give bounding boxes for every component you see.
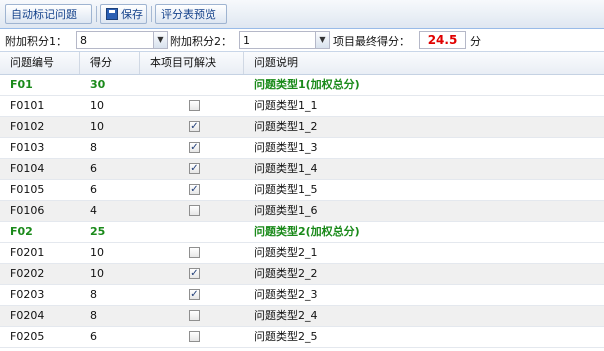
solvable-checkbox[interactable]: ✓ <box>189 121 200 132</box>
cell-id: F0102 <box>10 120 45 133</box>
cell-id: F0205 <box>10 330 45 343</box>
save-label: 保存 <box>121 8 143 21</box>
column-header-description[interactable]: 问题说明 <box>244 52 604 74</box>
solvable-checkbox[interactable] <box>189 247 200 258</box>
table-row[interactable]: F0101 10 问题类型1_1 <box>0 96 604 117</box>
cell-id: F0103 <box>10 141 45 154</box>
cell-id: F0204 <box>10 309 45 322</box>
table-row[interactable]: F0102 10 ✓ 问题类型1_2 <box>0 117 604 138</box>
solvable-checkbox[interactable]: ✓ <box>189 142 200 153</box>
cell-id: F0101 <box>10 99 45 112</box>
table-row[interactable]: F0203 8 ✓ 问题类型2_3 <box>0 285 604 306</box>
cell-score: 6 <box>90 330 97 343</box>
solvable-checkbox[interactable]: ✓ <box>189 184 200 195</box>
save-icon <box>106 8 118 20</box>
cell-id: F0105 <box>10 183 45 196</box>
cell-id: F02 <box>10 225 33 238</box>
solvable-checkbox[interactable]: ✓ <box>189 268 200 279</box>
cell-id: F01 <box>10 78 33 91</box>
cell-description: 问题类型1_1 <box>254 99 318 112</box>
preview-label: 评分表预览 <box>161 8 216 21</box>
cell-description: 问题类型2_5 <box>254 330 318 343</box>
cell-description: 问题类型1_2 <box>254 120 318 133</box>
solvable-checkbox[interactable] <box>189 331 200 342</box>
bonus2-value: 1 <box>243 34 250 47</box>
cell-description: 问题类型1_6 <box>254 204 318 217</box>
table-row[interactable]: F0104 6 ✓ 问题类型1_4 <box>0 159 604 180</box>
cell-score: 30 <box>90 78 106 91</box>
cell-id: F0202 <box>10 267 45 280</box>
column-header-id[interactable]: 问题编号 <box>0 52 80 74</box>
auto-mark-label: 自动标记问题 <box>11 8 77 21</box>
toolbar-separator <box>96 6 97 22</box>
bonus2-label: 附加积分2： <box>170 35 232 48</box>
chevron-down-icon[interactable]: ▼ <box>153 32 167 48</box>
table-row[interactable]: F0105 6 ✓ 问题类型1_5 <box>0 180 604 201</box>
group-row[interactable]: F02 25 问题类型2(加权总分) <box>0 222 604 243</box>
cell-score: 8 <box>90 309 97 322</box>
cell-score: 10 <box>90 267 104 280</box>
cell-description: 问题类型1_4 <box>254 162 318 175</box>
cell-description: 问题类型1(加权总分) <box>254 78 360 91</box>
chevron-down-icon[interactable]: ▼ <box>315 32 329 48</box>
solvable-checkbox[interactable] <box>189 100 200 111</box>
cell-description: 问题类型2_2 <box>254 267 318 280</box>
toolbar-separator <box>151 6 152 22</box>
group-row[interactable]: F01 30 问题类型1(加权总分) <box>0 75 604 96</box>
cell-id: F0203 <box>10 288 45 301</box>
cell-id: F0201 <box>10 246 45 259</box>
cell-score: 8 <box>90 288 97 301</box>
cell-description: 问题类型2_1 <box>254 246 318 259</box>
final-score-field: 24.5 <box>419 31 466 49</box>
table-row[interactable]: F0205 6 问题类型2_5 <box>0 327 604 348</box>
cell-description: 问题类型1_3 <box>254 141 318 154</box>
solvable-checkbox[interactable] <box>189 310 200 321</box>
cell-score: 4 <box>90 204 97 217</box>
preview-button[interactable]: 评分表预览 <box>155 4 227 24</box>
table-row[interactable]: F0103 8 ✓ 问题类型1_3 <box>0 138 604 159</box>
cell-description: 问题类型2_3 <box>254 288 318 301</box>
bonus-bar: 附加积分1： 8 ▼ 附加积分2： 1 ▼ 项目最终得分： 24.5 分 <box>0 29 604 52</box>
column-header-solvable[interactable]: 本项目可解决 <box>140 52 244 74</box>
table-row[interactable]: F0106 4 问题类型1_6 <box>0 201 604 222</box>
auto-mark-button[interactable]: 自动标记问题 <box>5 4 92 24</box>
cell-score: 10 <box>90 99 104 112</box>
bonus1-label: 附加积分1： <box>5 35 67 48</box>
grid-body: F01 30 问题类型1(加权总分) F0101 10 问题类型1_1 F0102 10 ✓ 问题… <box>0 75 604 348</box>
table-row[interactable]: F0204 8 问题类型2_4 <box>0 306 604 327</box>
cell-score: 6 <box>90 162 97 175</box>
cell-score: 25 <box>90 225 106 238</box>
save-button[interactable]: 保存 <box>100 4 147 24</box>
bonus2-combo[interactable]: 1 ▼ <box>239 31 330 49</box>
bonus1-value: 8 <box>80 34 87 47</box>
solvable-checkbox[interactable] <box>189 205 200 216</box>
final-score-unit: 分 <box>470 35 481 48</box>
cell-score: 8 <box>90 141 97 154</box>
bonus1-combo[interactable]: 8 ▼ <box>76 31 168 49</box>
cell-description: 问题类型2(加权总分) <box>254 225 360 238</box>
cell-description: 问题类型1_5 <box>254 183 318 196</box>
cell-id: F0104 <box>10 162 45 175</box>
solvable-checkbox[interactable]: ✓ <box>189 163 200 174</box>
column-header-score[interactable]: 得分 <box>80 52 140 74</box>
cell-score: 10 <box>90 120 104 133</box>
cell-id: F0106 <box>10 204 45 217</box>
grid-header: 问题编号 得分 本项目可解决 问题说明 <box>0 52 604 75</box>
table-row[interactable]: F0201 10 问题类型2_1 <box>0 243 604 264</box>
toolbar: 自动标记问题 保存 评分表预览 <box>0 0 604 29</box>
cell-score: 6 <box>90 183 97 196</box>
final-score-label: 项目最终得分： <box>333 35 410 48</box>
table-row[interactable]: F0202 10 ✓ 问题类型2_2 <box>0 264 604 285</box>
cell-score: 10 <box>90 246 104 259</box>
solvable-checkbox[interactable]: ✓ <box>189 289 200 300</box>
cell-description: 问题类型2_4 <box>254 309 318 322</box>
